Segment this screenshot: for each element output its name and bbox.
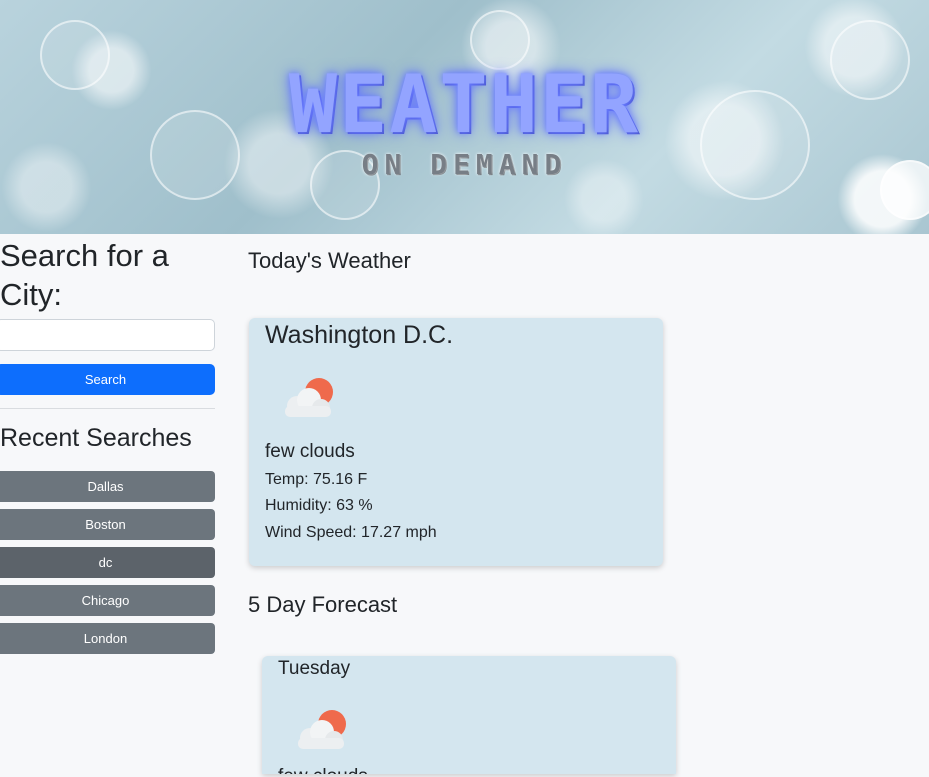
few-clouds-day-icon xyxy=(298,710,346,749)
search-heading: Search for a City: xyxy=(0,238,169,312)
wind-speed: Wind Speed: 17.27 mph xyxy=(265,524,437,541)
recent-search-button[interactable]: Dallas xyxy=(0,471,215,502)
forecast-description: few clouds xyxy=(278,766,368,774)
recent-search-button[interactable]: London xyxy=(0,623,215,654)
logo-title: WEATHER xyxy=(288,58,641,151)
weather-description: few clouds xyxy=(265,441,355,462)
temperature: Temp: 75.16 F xyxy=(265,471,368,488)
recent-search-button[interactable]: dc xyxy=(0,547,215,578)
few-clouds-day-icon xyxy=(285,378,333,417)
today-weather-card: Washington D.C. few clouds Temp: 75.16 F… xyxy=(249,318,663,566)
recent-searches-heading: Recent Searches xyxy=(0,424,192,452)
logo-subtitle: ON DEMAND xyxy=(361,148,568,181)
today-weather-heading: Today's Weather xyxy=(248,248,411,273)
banner: WEATHER ON DEMAND xyxy=(0,0,929,234)
recent-search-button[interactable]: Boston xyxy=(0,509,215,540)
city-search-input[interactable] xyxy=(0,319,215,351)
humidity: Humidity: 63 % xyxy=(265,497,373,514)
forecast-card: Tuesday few clouds xyxy=(262,656,676,774)
recent-search-button[interactable]: Chicago xyxy=(0,585,215,616)
divider xyxy=(0,408,215,409)
city-name: Washington D.C. xyxy=(265,321,454,349)
forecast-heading: 5 Day Forecast xyxy=(248,592,398,617)
search-button[interactable]: Search xyxy=(0,364,215,395)
forecast-day: Tuesday xyxy=(278,658,351,679)
